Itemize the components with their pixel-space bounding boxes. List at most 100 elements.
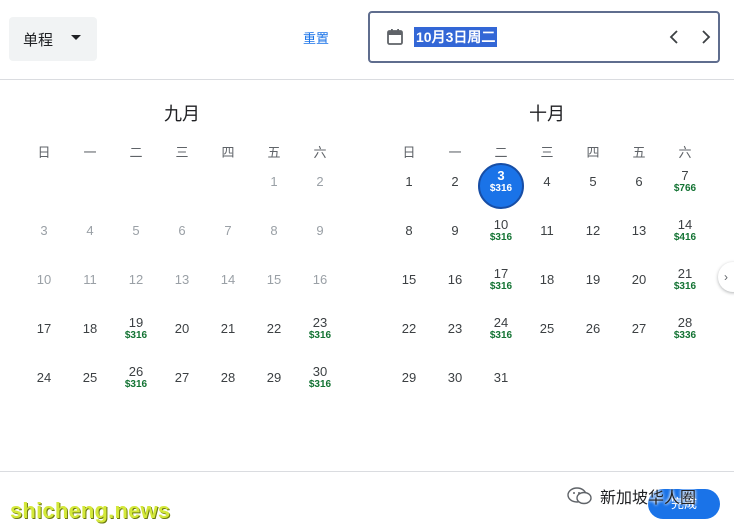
day-cell[interactable]: 23 $316 (297, 310, 343, 356)
day-cell[interactable]: 27 (159, 359, 205, 405)
day-number: 6 (635, 174, 643, 189)
day-cell[interactable]: 29 (386, 359, 432, 405)
day-cell: 11 (67, 261, 113, 307)
day-cell[interactable]: 19 $316 (113, 310, 159, 356)
day-number: 13 (174, 272, 190, 287)
day-cell[interactable]: 24 (21, 359, 67, 405)
day-number: 16 (312, 272, 328, 287)
day-cell: 1 (251, 163, 297, 209)
weekday-label: 三 (540, 145, 554, 160)
day-number: 15 (401, 272, 417, 287)
day-number: 26 (128, 364, 144, 379)
day-price: $336 (673, 330, 697, 341)
wechat-icon (567, 487, 592, 505)
day-cell[interactable]: 10 $316 (478, 212, 524, 258)
trip-type-dropdown[interactable]: 单程 (9, 17, 97, 61)
day-cell[interactable]: 6 (616, 163, 662, 209)
calendar-icon (387, 29, 403, 45)
day-number: 18 (539, 272, 555, 287)
day-cell[interactable]: 18 (524, 261, 570, 307)
day-cell[interactable]: 2 (432, 163, 478, 209)
day-cell: 12 (113, 261, 159, 307)
watermark-right: 新加坡华人圈 (566, 484, 696, 508)
day-cell[interactable]: 22 (386, 310, 432, 356)
day-cell[interactable]: 19 (570, 261, 616, 307)
day-cell[interactable]: 31 (478, 359, 524, 405)
day-number: 25 (539, 321, 555, 336)
day-cell[interactable]: 30 (432, 359, 478, 405)
day-cell[interactable]: 29 (251, 359, 297, 405)
weekday-label: 五 (632, 145, 646, 160)
day-number: 22 (401, 321, 417, 336)
day-cell[interactable]: 7 $766 (662, 163, 708, 209)
day-cell[interactable]: 18 (67, 310, 113, 356)
day-number: 30 (312, 364, 328, 379)
day-cell[interactable]: 13 (616, 212, 662, 258)
day-number: 9 (316, 223, 324, 238)
day-number: 25 (82, 370, 98, 385)
weekday-label: 六 (678, 145, 692, 160)
weekday-label: 三 (175, 145, 189, 160)
day-cell[interactable]: 17 (21, 310, 67, 356)
day-cell[interactable]: 23 (432, 310, 478, 356)
day-number: 20 (631, 272, 647, 287)
day-number: 4 (86, 223, 94, 238)
departure-date-field[interactable]: 10月3日周二 (368, 11, 720, 63)
day-cell[interactable]: 26 (570, 310, 616, 356)
day-cell[interactable]: 21 (205, 310, 251, 356)
day-number: 10 (36, 272, 52, 287)
day-number: 5 (132, 223, 140, 238)
day-price: $316 (489, 232, 513, 243)
watermark-left: shicheng.news (10, 498, 171, 523)
day-price: $766 (673, 183, 697, 194)
day-number: 22 (266, 321, 282, 336)
day-price: $316 (489, 183, 513, 194)
day-cell: 13 (159, 261, 205, 307)
day-number: 7 (681, 168, 689, 183)
day-number: 3 (497, 168, 505, 183)
day-cell-selected[interactable]: 3 $316 (478, 163, 524, 209)
next-date-button[interactable] (696, 27, 716, 47)
day-cell[interactable]: 26 $316 (113, 359, 159, 405)
reset-button[interactable]: 重置 (296, 28, 336, 50)
day-cell[interactable]: 1 (386, 163, 432, 209)
day-number: 14 (220, 272, 236, 287)
day-cell[interactable]: 20 (616, 261, 662, 307)
day-cell[interactable]: 17 $316 (478, 261, 524, 307)
day-cell[interactable]: 27 (616, 310, 662, 356)
day-cell[interactable]: 14 $416 (662, 212, 708, 258)
previous-date-button[interactable] (664, 27, 684, 47)
day-cell[interactable]: 11 (524, 212, 570, 258)
day-cell[interactable]: 25 (67, 359, 113, 405)
day-cell: 9 (297, 212, 343, 258)
day-cell: 8 (251, 212, 297, 258)
day-cell[interactable]: 21 $316 (662, 261, 708, 307)
day-cell[interactable]: 4 (524, 163, 570, 209)
scroll-next-button[interactable]: › (718, 262, 734, 292)
day-number: 6 (178, 223, 186, 238)
day-cell[interactable]: 15 (386, 261, 432, 307)
day-cell[interactable]: 22 (251, 310, 297, 356)
day-cell[interactable]: 12 (570, 212, 616, 258)
day-cell[interactable]: 16 (432, 261, 478, 307)
watermark-right-text: 新加坡华人圈 (600, 490, 697, 507)
day-number: 11 (83, 272, 97, 287)
day-cell: 10 (21, 261, 67, 307)
day-cell[interactable]: 24 $316 (478, 310, 524, 356)
day-cell[interactable]: 28 $336 (662, 310, 708, 356)
day-cell[interactable]: 9 (432, 212, 478, 258)
day-number: 2 (451, 174, 459, 189)
day-cell[interactable]: 25 (524, 310, 570, 356)
day-number: 29 (266, 370, 282, 385)
day-number: 23 (312, 315, 328, 330)
day-cell[interactable]: 30 $316 (297, 359, 343, 405)
day-cell[interactable]: 8 (386, 212, 432, 258)
day-number: 15 (266, 272, 282, 287)
day-number: 16 (447, 272, 463, 287)
day-cell[interactable]: 5 (570, 163, 616, 209)
day-cell[interactable]: 28 (205, 359, 251, 405)
day-number: 21 (677, 266, 693, 281)
day-number: 12 (128, 272, 144, 287)
day-cell[interactable]: 20 (159, 310, 205, 356)
date-value[interactable]: 10月3日周二 (414, 27, 498, 47)
